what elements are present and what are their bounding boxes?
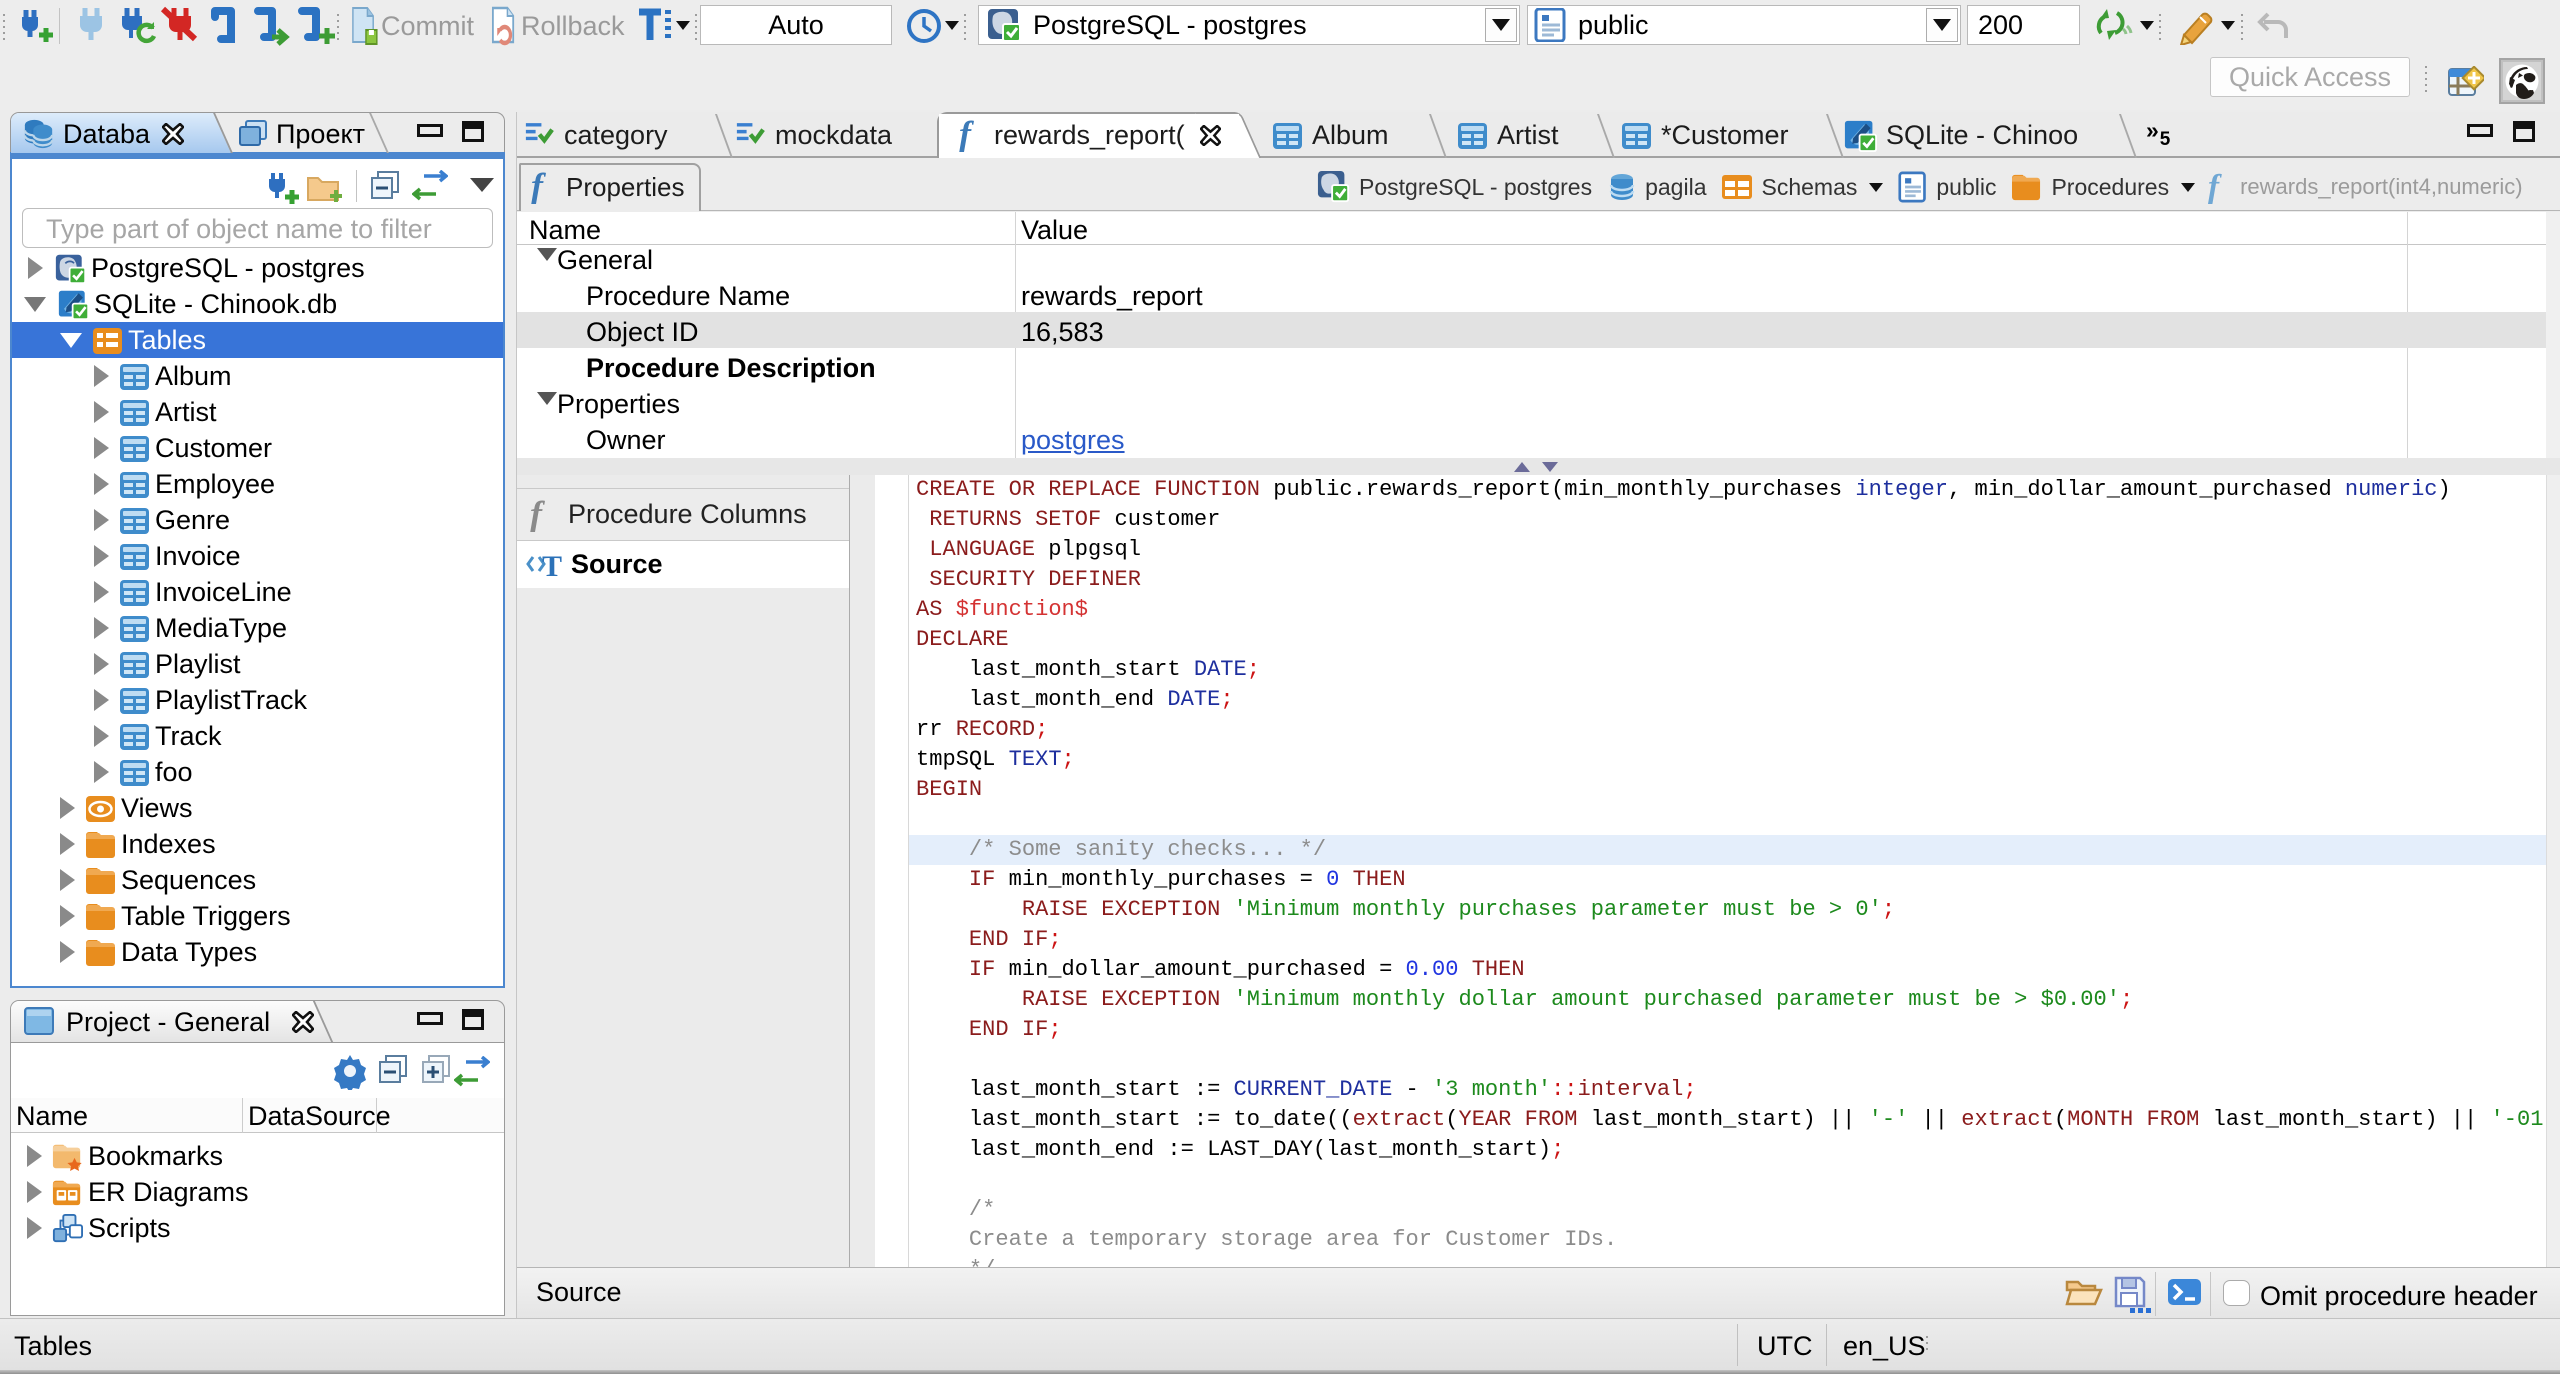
svg-text:f: f (530, 498, 545, 532)
svg-text:f: f (531, 170, 546, 204)
svg-text:f: f (959, 118, 974, 152)
svg-text:f: f (2208, 170, 2222, 204)
svg-text:T: T (542, 550, 562, 581)
